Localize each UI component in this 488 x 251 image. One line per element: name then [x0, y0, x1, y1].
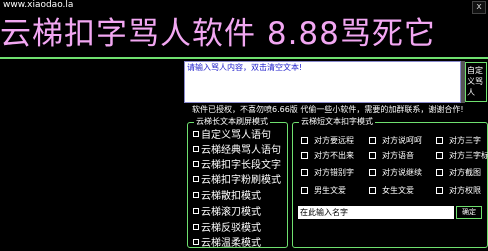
option-three-chars[interactable]: 对方三字: [436, 136, 481, 146]
checkbox-icon: [193, 239, 199, 245]
checkbox-icon: [436, 152, 443, 159]
long-text-mode-group: 云梯长文本刷屏模式 自定义骂人语句 云梯经典骂人语句 云梯扣字长段文字 云梯扣字…: [187, 117, 288, 250]
option-label: 男生文爱: [314, 186, 346, 195]
checkbox-icon: [301, 169, 308, 176]
checkbox-icon: [436, 187, 443, 194]
checkbox-icon: [436, 169, 443, 176]
mode-item-roll-knife[interactable]: 云梯滚刀模式: [193, 207, 261, 219]
checkbox-icon: [301, 152, 308, 159]
checkbox-icon: [369, 169, 376, 176]
option-label: 对方截图: [449, 168, 481, 177]
option-label: 对方不出来: [314, 151, 354, 160]
option-female[interactable]: 女生文爱: [369, 186, 414, 196]
option-continue[interactable]: 对方说继续: [369, 168, 422, 178]
option-typo[interactable]: 对方错别字: [301, 168, 354, 178]
option-label: 对方说呵呵: [382, 136, 422, 145]
option-label: 对方三字: [449, 136, 481, 145]
option-voice[interactable]: 对方语音: [369, 151, 414, 161]
mode-item-classic[interactable]: 云梯经典骂人语句: [193, 145, 281, 157]
long-text-mode-legend: 云梯长文本刷屏模式: [194, 117, 270, 127]
option-haha[interactable]: 对方说呵呵: [369, 136, 422, 146]
message-input[interactable]: 请输入骂人内容，双击清空文本!: [184, 61, 461, 103]
mode-item-label: 云梯滚刀模式: [201, 207, 261, 218]
custom-curse-button[interactable]: 自定义骂人: [465, 62, 487, 102]
checkbox-icon: [193, 161, 199, 167]
mode-item-label: 云梯散扣模式: [201, 191, 261, 202]
left-panel: [0, 61, 182, 105]
option-label: 对方说继续: [382, 168, 422, 177]
short-text-mode-legend: 云梯短文本扣字模式: [299, 117, 375, 127]
name-input[interactable]: 在此输入名字: [298, 206, 454, 219]
checkbox-icon: [193, 208, 199, 214]
checkbox-icon: [193, 176, 199, 182]
mode-item-custom[interactable]: 自定义骂人语句: [193, 130, 271, 142]
checkbox-icon: [369, 187, 376, 194]
title-banner: 云梯扣字骂人软件 8.88骂死它: [0, 16, 436, 52]
mode-item-label: 云梯扣字长段文字: [201, 160, 281, 171]
checkbox-icon: [301, 137, 308, 144]
checkbox-icon: [193, 131, 199, 137]
checkbox-icon: [369, 152, 376, 159]
checkbox-icon: [369, 137, 376, 144]
option-label: 对方语音: [382, 151, 414, 160]
banner-divider: [0, 57, 488, 59]
mode-item-label: 自定义骂人语句: [201, 130, 271, 141]
option-remote[interactable]: 对方要远程: [301, 136, 354, 146]
checkbox-icon: [301, 187, 308, 194]
checkbox-icon: [193, 146, 199, 152]
mode-item-rebuttal[interactable]: 云梯反驳模式: [193, 223, 261, 235]
option-label: 对方要远程: [314, 136, 354, 145]
mode-item-label: 云梯温柔模式: [201, 238, 261, 249]
mode-item-label: 云梯经典骂人语句: [201, 145, 281, 156]
mode-item-paint[interactable]: 云梯扣字粉刷模式: [193, 175, 281, 187]
license-notice: 软件已授权，不喜勿喷6.66版 代偷一些小软件，需要的加群联系，谢谢合作!: [192, 105, 464, 114]
confirm-button[interactable]: 确定: [456, 206, 482, 219]
checkbox-icon: [193, 192, 199, 198]
option-screenshot[interactable]: 对方截图: [436, 168, 481, 178]
checkbox-icon: [193, 224, 199, 230]
option-label: 对方权限: [449, 186, 481, 195]
option-label: 对方错别字: [314, 168, 354, 177]
checkbox-icon: [436, 137, 443, 144]
mode-item-scatter[interactable]: 云梯散扣模式: [193, 191, 261, 203]
option-permission[interactable]: 对方权限: [436, 186, 481, 196]
option-three-chars-mark[interactable]: 对方三字标: [436, 151, 488, 161]
option-label: 对方三字标: [449, 151, 488, 160]
site-url: www.xiaodao.la: [3, 0, 74, 10]
option-label: 女生文爱: [382, 186, 414, 195]
mode-item-gentle[interactable]: 云梯温柔模式: [193, 238, 261, 250]
mode-item-label: 云梯扣字粉刷模式: [201, 175, 281, 186]
mode-item-label: 云梯反驳模式: [201, 223, 261, 234]
option-no-show[interactable]: 对方不出来: [301, 151, 354, 161]
mode-item-long-paragraph[interactable]: 云梯扣字长段文字: [193, 160, 281, 172]
short-text-mode-group: 云梯短文本扣字模式 对方要远程 对方说呵呵 对方三字 对方不出来 对方语音 对方…: [292, 117, 488, 248]
option-male[interactable]: 男生文爱: [301, 186, 346, 196]
